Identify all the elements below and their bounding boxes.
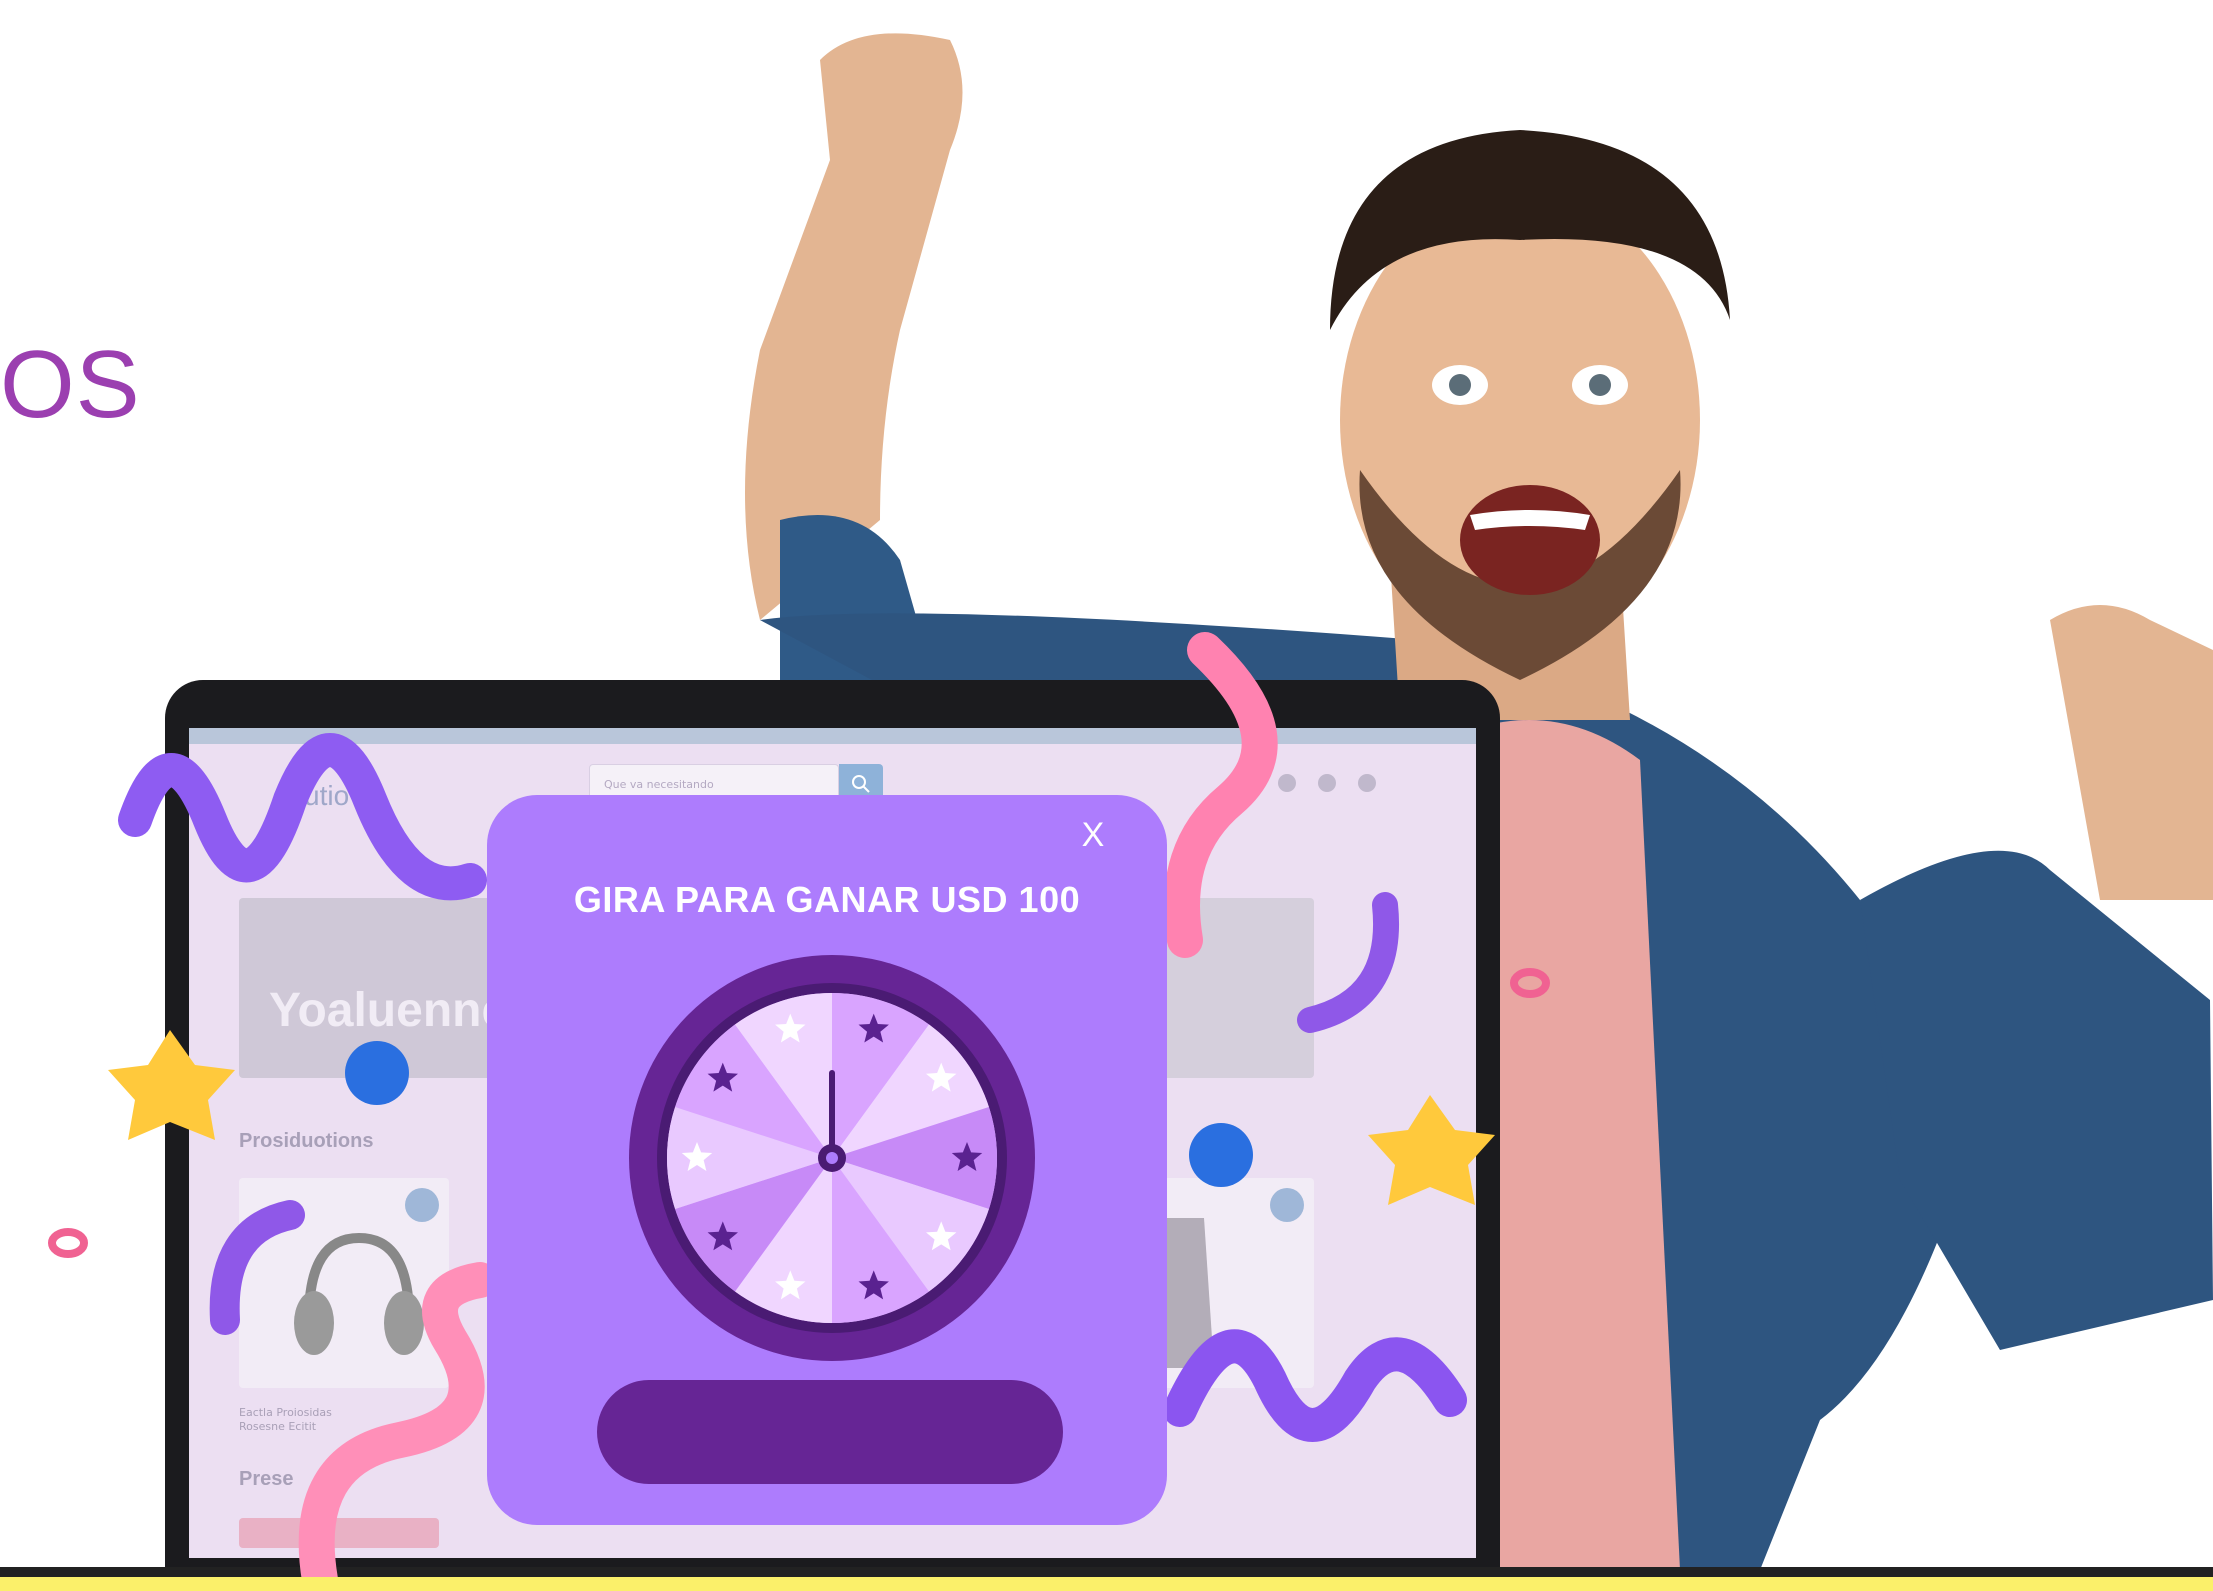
purple-curl-decoration bbox=[1297, 892, 1399, 1033]
pink-ring-decoration bbox=[48, 1228, 88, 1258]
pink-ring-decoration-2 bbox=[1510, 968, 1550, 998]
spin-button[interactable] bbox=[597, 1380, 1063, 1484]
popup-title: GIRA PARA GANAR USD 100 bbox=[573, 879, 1081, 920]
purple-curve-decoration bbox=[209, 1200, 305, 1335]
yellow-footer-band bbox=[0, 1577, 2213, 1591]
yellow-star-decoration bbox=[108, 1030, 235, 1140]
purple-squiggle-decoration bbox=[118, 733, 487, 901]
purple-squiggle-decoration-2 bbox=[1163, 1329, 1467, 1442]
pink-tube-decoration bbox=[1164, 632, 1278, 958]
pink-squiggle-decoration bbox=[298, 1262, 498, 1591]
blue-ball-decoration bbox=[345, 1041, 409, 1105]
close-button[interactable]: X bbox=[1073, 815, 1113, 855]
prize-wheel[interactable] bbox=[629, 955, 1035, 1361]
yellow-star-decoration-2 bbox=[1368, 1095, 1495, 1205]
spin-to-win-popup: X GIRA PARA GANAR USD 100 bbox=[487, 795, 1167, 1525]
blue-ball-decoration-2 bbox=[1189, 1123, 1253, 1187]
